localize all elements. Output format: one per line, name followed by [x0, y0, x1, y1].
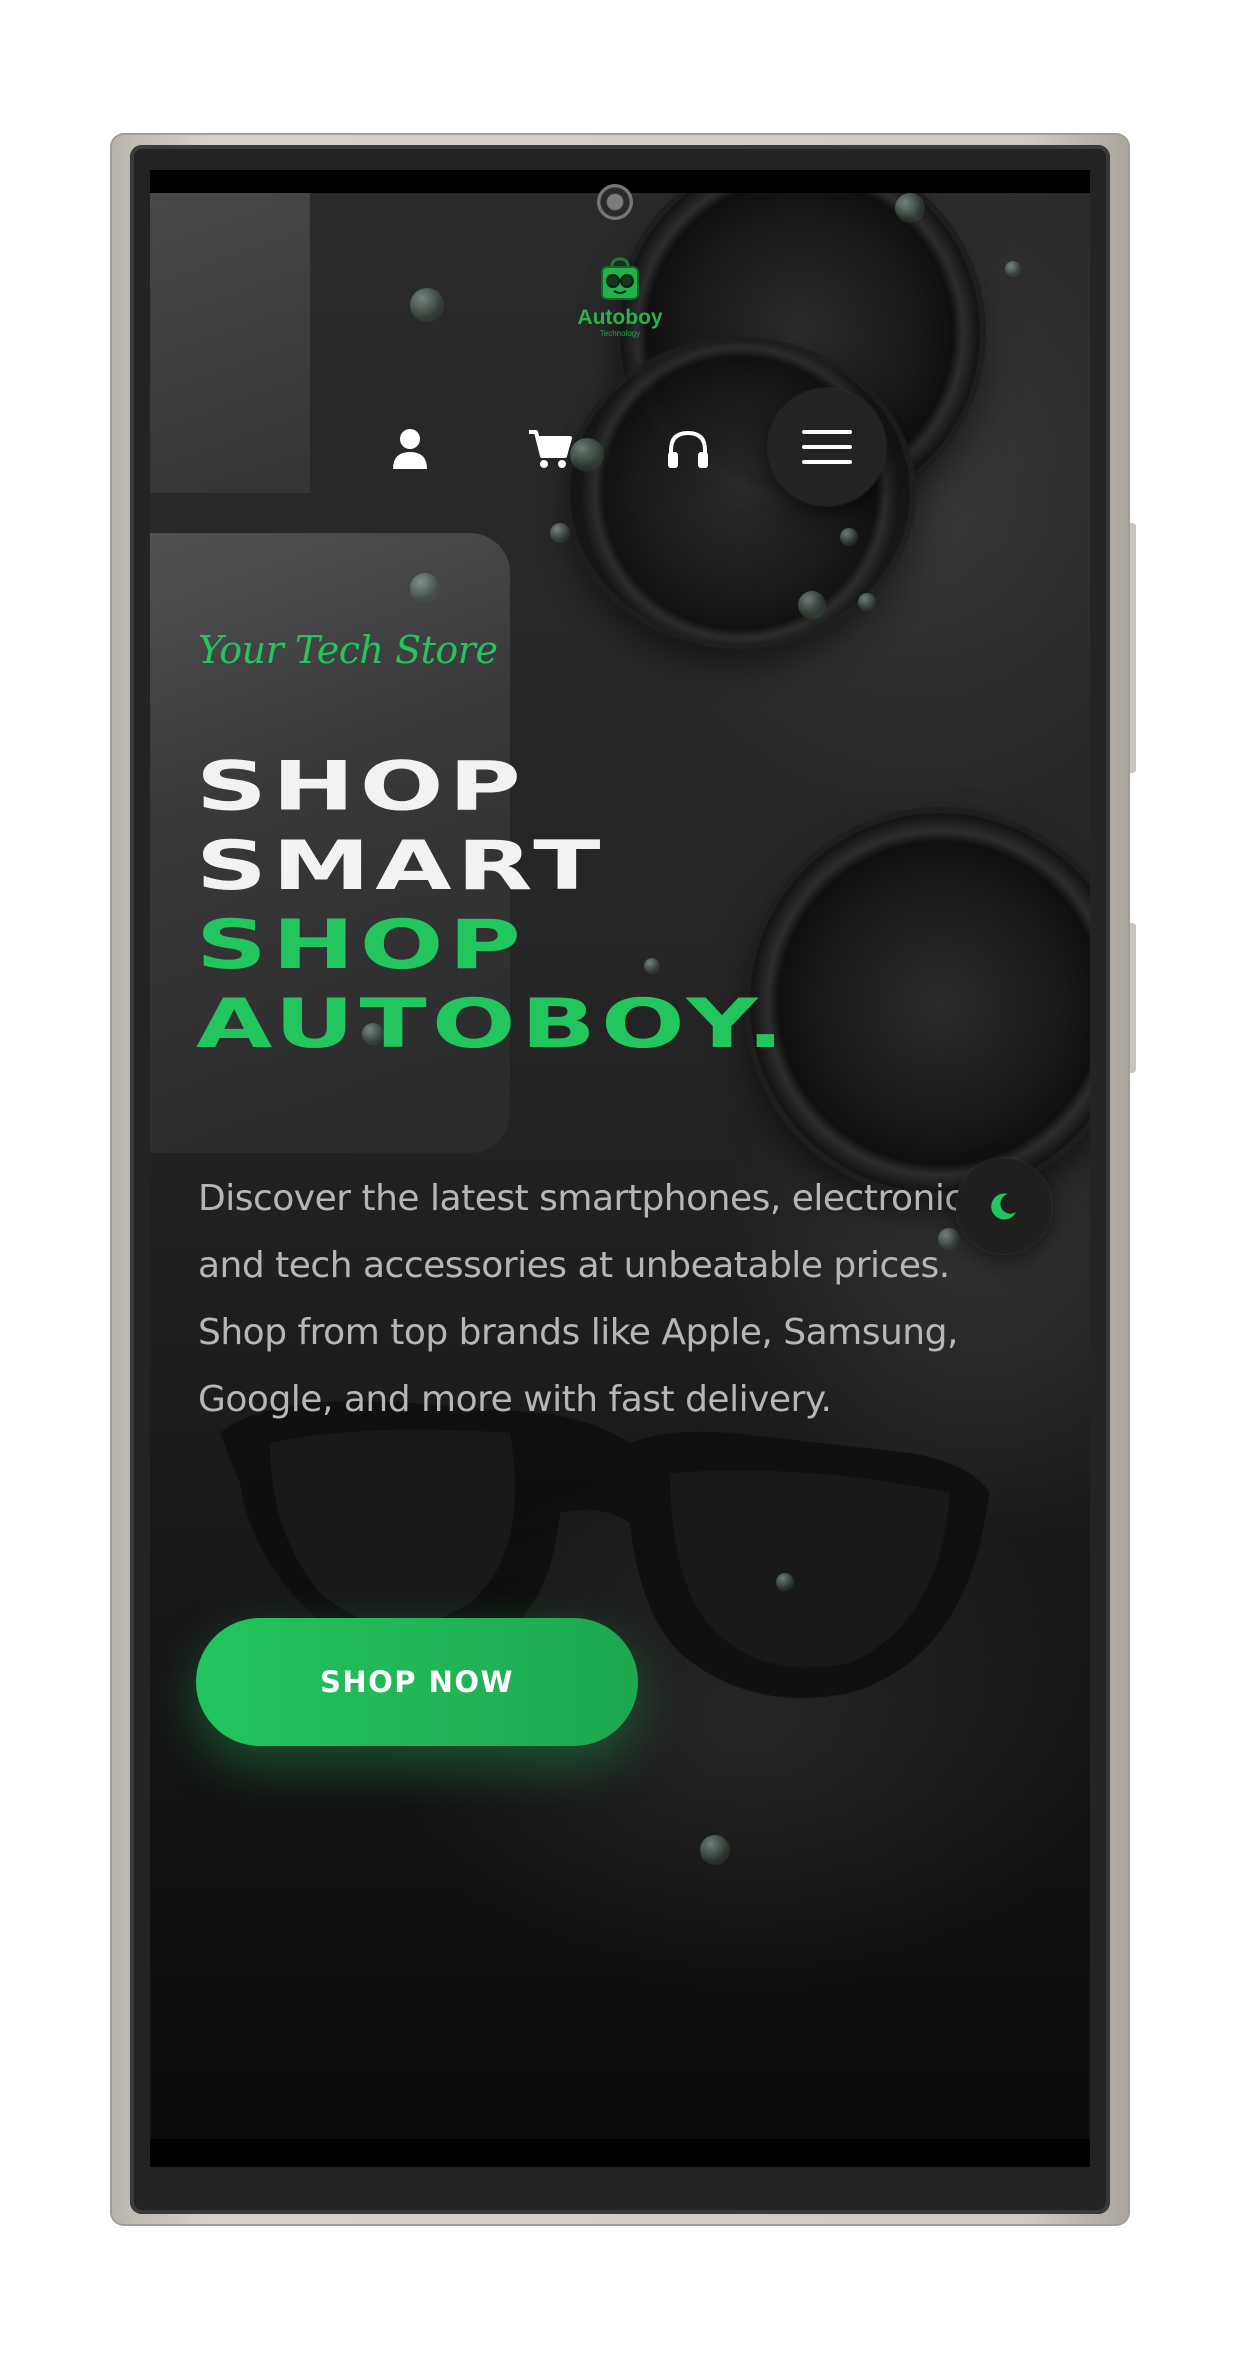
power-button	[1130, 923, 1136, 1073]
bubble-decoration	[776, 1573, 794, 1591]
menu-icon	[802, 430, 852, 464]
front-camera	[597, 184, 633, 220]
cart-button[interactable]	[522, 421, 578, 477]
autoboy-logo[interactable]: Autoboy Technology	[570, 255, 670, 355]
web-page: Autoboy Technology Your Tech Store SHOP …	[150, 193, 1090, 2167]
phone-screen: Autoboy Technology Your Tech Store SHOP …	[150, 170, 1090, 2167]
hero-tagline: Your Tech Store	[198, 628, 498, 672]
moon-icon	[991, 1193, 1016, 1220]
menu-button[interactable]	[768, 388, 886, 506]
headline-line: SMART	[196, 827, 606, 906]
camera-lens-image-2	[750, 813, 1090, 1193]
hero-description: Discover the latest smartphones, electro…	[198, 1178, 993, 1420]
headphones-icon	[668, 430, 708, 468]
theme-toggle-button[interactable]	[956, 1158, 1052, 1254]
screen-bottom-edge	[150, 2139, 1090, 2167]
bubble-decoration	[410, 288, 444, 322]
user-icon	[393, 429, 427, 469]
headline-line-accent: SHOP	[196, 906, 526, 985]
shop-now-button[interactable]: SHOP NOW	[196, 1618, 638, 1746]
headline-line-accent: AUTOBOY.	[196, 985, 790, 1064]
headline-line: SHOP	[196, 748, 526, 827]
bubble-decoration	[840, 528, 858, 546]
hero-headline: SHOP SMART SHOP AUTOBOY.	[196, 748, 789, 1065]
background-device	[150, 193, 310, 493]
bubble-decoration	[550, 523, 570, 543]
shopping-bag-icon	[601, 257, 639, 300]
logo-subtitle: Technology	[599, 329, 641, 338]
bubble-decoration	[410, 573, 440, 603]
account-button[interactable]	[382, 421, 438, 477]
volume-button	[1130, 523, 1136, 773]
bubble-decoration	[700, 1835, 730, 1865]
bubble-decoration	[798, 591, 826, 619]
support-button[interactable]	[660, 421, 716, 477]
logo-name: Autoboy	[577, 306, 663, 329]
bubble-decoration	[858, 593, 876, 611]
bubble-decoration	[1005, 261, 1021, 277]
bubble-decoration	[895, 193, 925, 223]
cart-icon	[529, 430, 572, 468]
